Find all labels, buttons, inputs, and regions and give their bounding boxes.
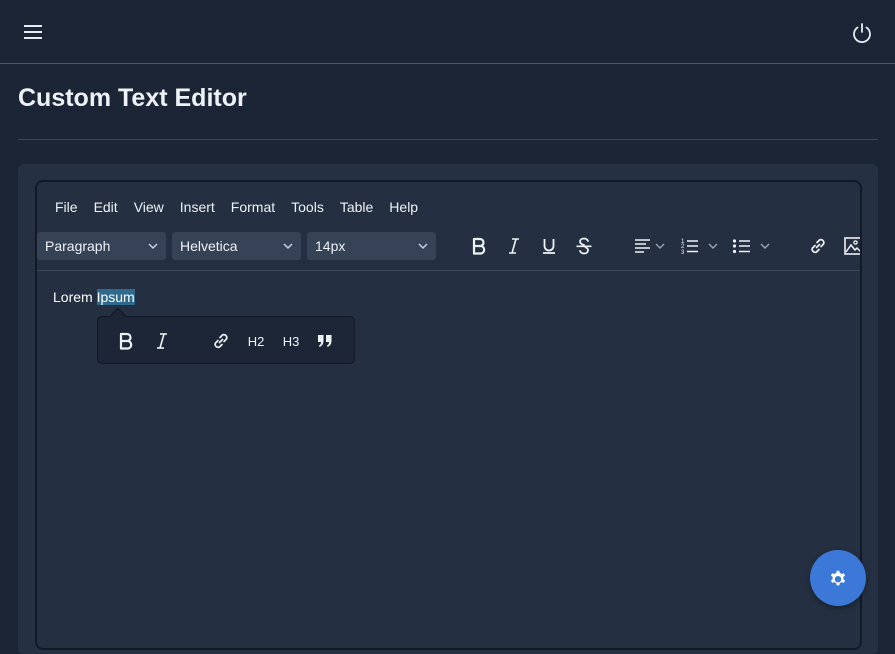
block-format-select[interactable]: Paragraph — [37, 232, 166, 260]
popover-arrow — [109, 307, 127, 325]
title-divider — [18, 139, 878, 140]
font-size-select[interactable]: 14px — [307, 232, 436, 260]
editor-menubar: File Edit View Insert Format Tools Table… — [37, 196, 434, 218]
heading-3-button[interactable]: H3 — [278, 327, 304, 355]
svg-text:3: 3 — [681, 250, 685, 255]
menu-file[interactable]: File — [55, 196, 78, 218]
quote-icon[interactable] — [313, 327, 337, 355]
bullet-list-icon[interactable] — [732, 232, 772, 260]
editor-content[interactable]: Lorem Ipsum — [53, 286, 135, 308]
italic-icon[interactable] — [150, 327, 174, 355]
align-left-icon[interactable] — [633, 232, 667, 260]
menu-insert[interactable]: Insert — [180, 196, 215, 218]
font-family-value: Helvetica — [180, 238, 238, 254]
menu-help[interactable]: Help — [389, 196, 418, 218]
content-text: Lorem — [53, 289, 97, 305]
font-family-select[interactable]: Helvetica — [172, 232, 301, 260]
bold-icon[interactable] — [467, 232, 491, 260]
bold-icon[interactable] — [114, 327, 138, 355]
editor-toolbar: Paragraph Helvetica 14px 123 — [37, 232, 860, 272]
link-icon[interactable] — [208, 327, 234, 355]
image-icon[interactable] — [841, 232, 860, 260]
link-icon[interactable] — [805, 232, 831, 260]
page-title: Custom Text Editor — [18, 84, 247, 112]
menu-table[interactable]: Table — [340, 196, 373, 218]
hamburger-menu-icon[interactable] — [20, 20, 46, 44]
rich-text-editor: File Edit View Insert Format Tools Table… — [35, 180, 862, 650]
numbered-list-icon[interactable]: 123 — [680, 232, 720, 260]
font-size-value: 14px — [315, 238, 346, 254]
power-icon[interactable] — [848, 19, 876, 47]
top-app-bar — [0, 0, 895, 64]
strikethrough-icon[interactable] — [572, 232, 596, 260]
menu-edit[interactable]: Edit — [94, 196, 118, 218]
italic-icon[interactable] — [502, 232, 526, 260]
menu-view[interactable]: View — [134, 196, 164, 218]
inline-format-popover: H2 H3 — [97, 307, 355, 364]
selected-text[interactable]: Ipsum — [96, 289, 135, 305]
gear-icon — [830, 570, 846, 586]
chevron-down-icon — [283, 243, 293, 250]
underline-icon[interactable] — [537, 232, 561, 260]
menu-format[interactable]: Format — [231, 196, 275, 218]
heading-2-button[interactable]: H2 — [243, 327, 269, 355]
menu-tools[interactable]: Tools — [291, 196, 324, 218]
settings-fab[interactable] — [810, 550, 866, 606]
chevron-down-icon — [148, 243, 158, 250]
toolbar-divider — [37, 270, 860, 271]
chevron-down-icon — [418, 243, 428, 250]
block-format-value: Paragraph — [45, 238, 111, 254]
